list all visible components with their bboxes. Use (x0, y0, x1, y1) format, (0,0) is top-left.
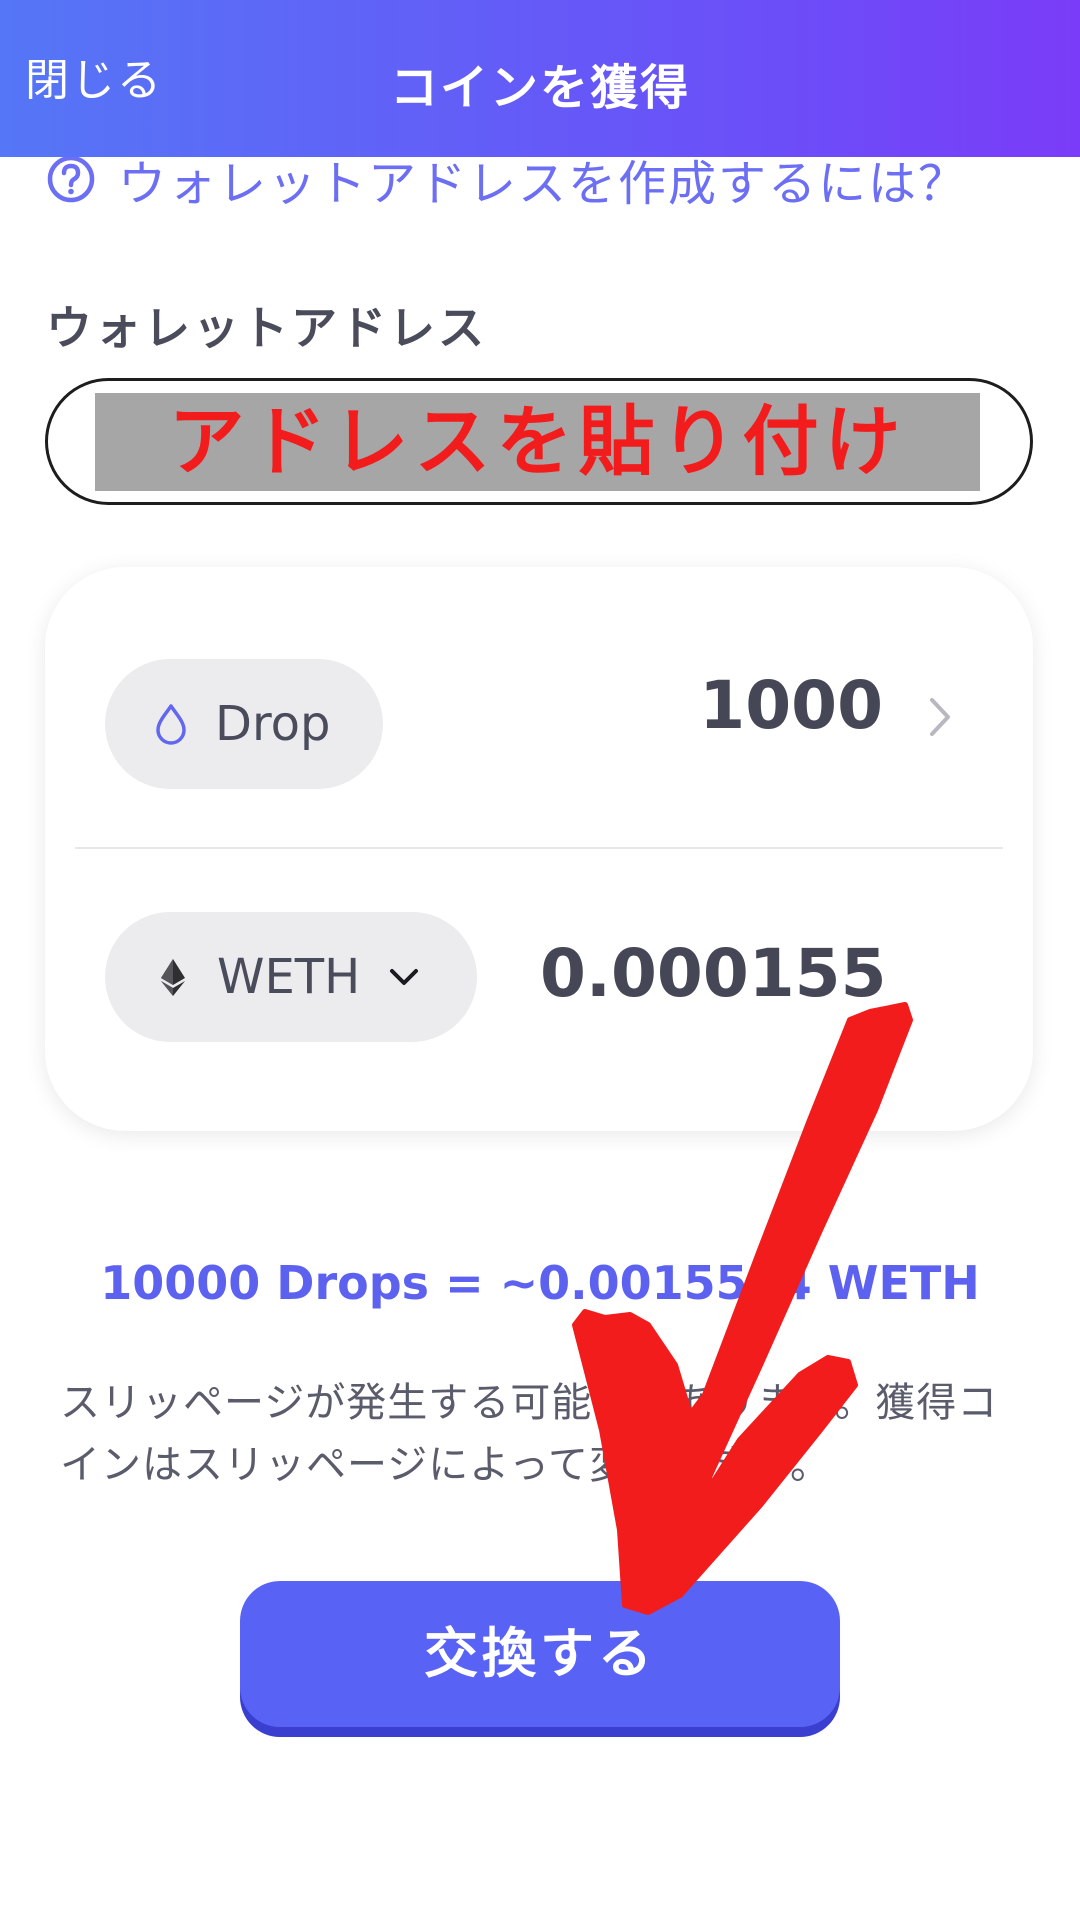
weth-token-dropdown[interactable]: WETH (105, 912, 477, 1042)
chevron-down-icon (390, 969, 419, 985)
exchange-card: Drop 1000 WETH 0.000155 (45, 567, 1033, 1131)
create-wallet-help-link[interactable]: ウォレットアドレスを作成するには？ (46, 148, 968, 212)
card-divider (75, 847, 1003, 849)
drop-token-selector[interactable]: Drop (105, 659, 383, 789)
wallet-address-label: ウォレットアドレス (46, 301, 487, 355)
to-amount: 0.000155 (540, 935, 887, 1012)
from-amount: 1000 (699, 667, 883, 744)
top-bar: 閉じる コインを獲得 (0, 0, 1080, 157)
page-title: コインを獲得 (389, 60, 690, 116)
slippage-note: スリッページが発生する可能性があります。獲得コインはスリッページによって変動しま… (60, 1380, 999, 1488)
chevron-right-icon[interactable] (927, 695, 953, 739)
from-token-label: Drop (215, 696, 331, 752)
paste-address-annotation: アドレスを貼り付け (95, 393, 980, 491)
drop-icon (156, 704, 186, 745)
exchange-button[interactable]: 交換する (240, 1581, 840, 1727)
ethereum-icon (161, 959, 185, 996)
to-token-label: WETH (217, 949, 361, 1005)
exchange-rate: 10000 Drops = ~0.0015514 WETH (100, 1256, 980, 1310)
question-circle-icon (47, 155, 95, 203)
